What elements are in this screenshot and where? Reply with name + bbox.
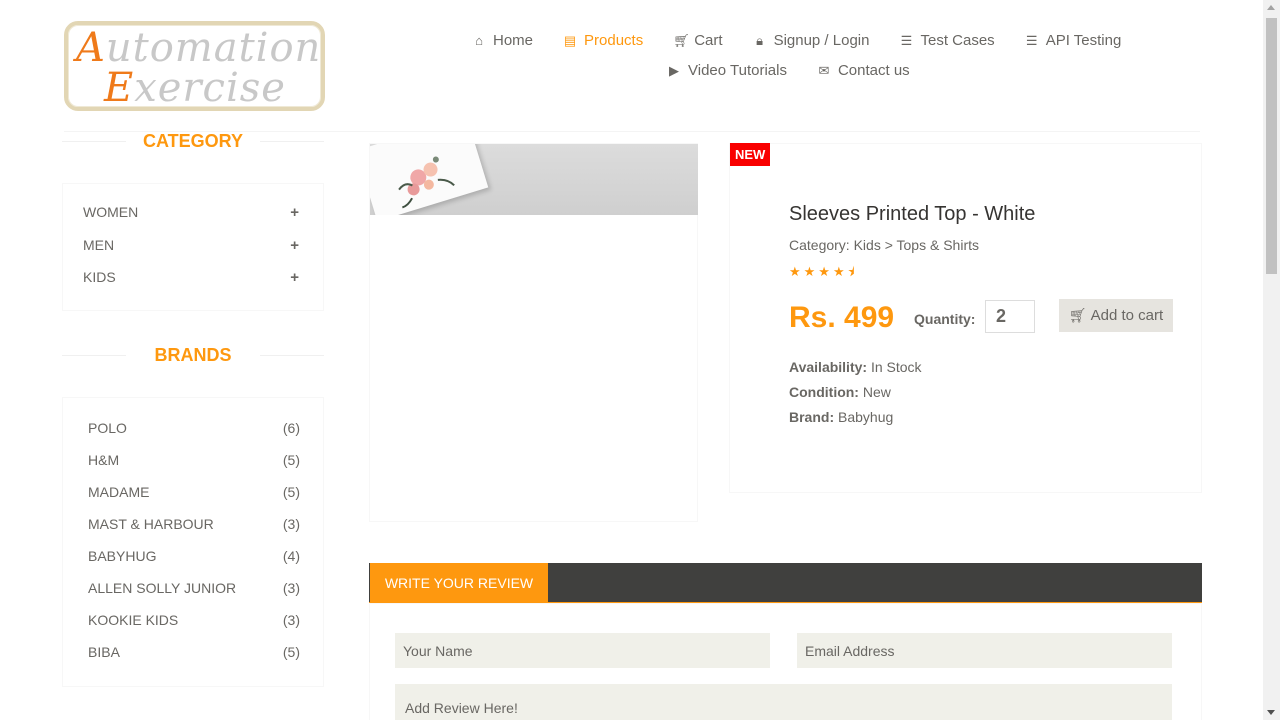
rating-stars: ★★★★⯨ <box>789 264 858 279</box>
products-icon: ▤ <box>563 32 577 48</box>
nav-signup-login[interactable]: 🔒︎ Signup / Login <box>753 32 869 49</box>
page-scrollbar[interactable] <box>1263 0 1280 720</box>
brand-item[interactable]: KOOKIE KIDS (3) <box>88 612 300 628</box>
nav-products[interactable]: ▤ Products <box>563 32 643 49</box>
quantity-label: Quantity: <box>914 311 976 327</box>
product-price: Rs. 499 <box>789 301 895 334</box>
lock-icon: 🔒︎ <box>756 32 764 48</box>
new-badge: NEW <box>730 143 771 166</box>
envelope-icon: ✉ <box>818 62 830 78</box>
nav-api-testing[interactable]: ☰ API Testing <box>1025 32 1121 49</box>
product-name: Sleeves Printed Top - White <box>789 203 1036 225</box>
youtube-icon: ▶ <box>669 62 679 78</box>
home-icon: ⌂ <box>475 33 483 48</box>
cart-icon: 🛒︎ <box>1068 307 1087 323</box>
brand-item[interactable]: BABYHUG (4) <box>88 548 300 564</box>
cart-icon: 🛒︎ <box>673 32 690 48</box>
category-title: CATEGORY <box>62 131 324 152</box>
quantity-input[interactable] <box>985 300 1035 333</box>
brand-item[interactable]: MAST & HARBOUR (3) <box>88 516 300 532</box>
nav-cart[interactable]: 🛒︎ Cart <box>673 32 722 49</box>
brand: Brand: Babyhug <box>789 409 894 425</box>
review-email-input[interactable] <box>797 633 1172 668</box>
brand-item[interactable]: MADAME (5) <box>88 484 300 500</box>
brand-item[interactable]: POLO (6) <box>88 420 300 436</box>
category-panel: WOMEN + MEN + KIDS + <box>62 183 324 311</box>
nav-home[interactable]: ⌂ Home <box>472 32 533 49</box>
list-icon: ☰ <box>1025 32 1038 48</box>
product-image <box>370 144 698 215</box>
plus-icon[interactable]: + <box>290 269 299 286</box>
floral-card-image <box>370 144 489 215</box>
review-text-input[interactable] <box>395 684 1172 720</box>
condition: Condition: New <box>789 384 891 400</box>
category-kids[interactable]: KIDS + <box>83 269 299 286</box>
plus-icon[interactable]: + <box>290 237 299 254</box>
product-category: Category: Kids > Tops & Shirts <box>789 237 979 253</box>
category-men[interactable]: MEN + <box>83 237 299 254</box>
write-review-tab[interactable]: WRITE YOUR REVIEW <box>370 563 548 603</box>
scroll-down-icon[interactable] <box>1267 710 1275 715</box>
nav-video-tutorials[interactable]: ▶ Video Tutorials <box>667 62 787 79</box>
brands-panel: POLO (6) H&M (5) MADAME (5) MAST & HARBOUR(… <box>62 397 324 687</box>
add-to-cart-button[interactable]: 🛒︎ Add to cart <box>1059 299 1173 332</box>
brands-title: BRANDS <box>62 345 324 366</box>
site-logo[interactable]: Automation Exercise <box>64 21 325 111</box>
brand-item[interactable]: H&M (5) <box>88 452 300 468</box>
scrollbar-thumb[interactable] <box>1266 18 1277 274</box>
scroll-up-icon[interactable] <box>1267 5 1275 10</box>
logo-line-2: Exercise <box>104 65 286 111</box>
brand-item[interactable]: BIBA (5) <box>88 644 300 660</box>
brand-item[interactable]: ALLEN SOLLY JUNIOR (3) <box>88 580 300 596</box>
list-icon: ☰ <box>900 32 913 48</box>
review-name-input[interactable] <box>395 633 770 668</box>
availability: Availability: In Stock <box>789 359 922 375</box>
plus-icon[interactable]: + <box>290 204 299 221</box>
nav-contact-us[interactable]: ✉ Contact us <box>817 62 910 79</box>
product-image-panel <box>369 143 698 522</box>
nav-test-cases[interactable]: ☰ Test Cases <box>899 32 995 49</box>
category-women[interactable]: WOMEN + <box>83 204 299 221</box>
